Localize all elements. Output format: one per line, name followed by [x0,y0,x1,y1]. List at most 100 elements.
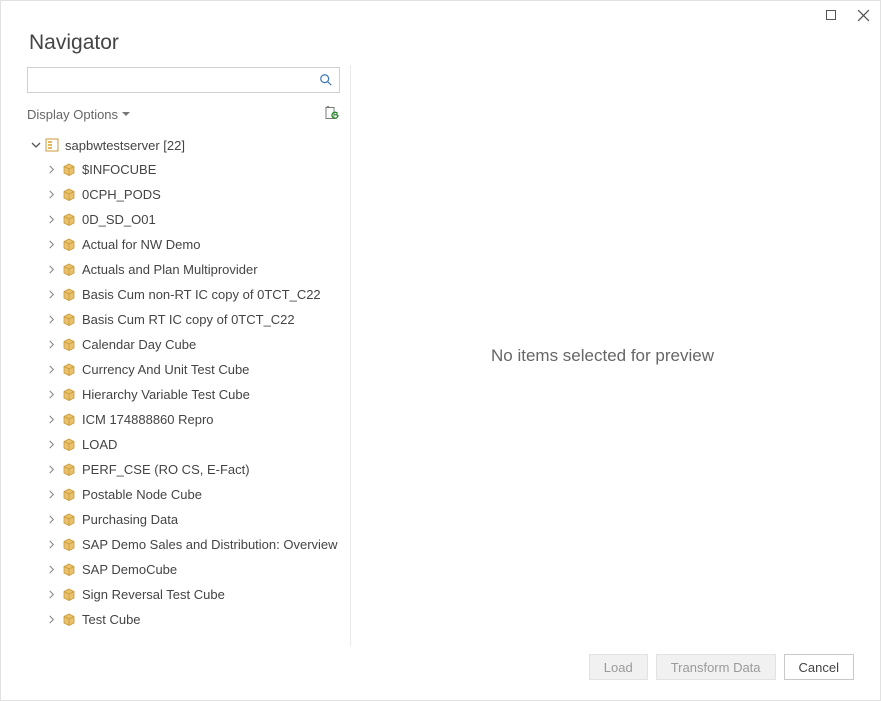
tree-item[interactable]: Test Cube [27,607,340,632]
display-options-dropdown[interactable]: Display Options [27,107,130,122]
tree-item[interactable]: Basis Cum non-RT IC copy of 0TCT_C22 [27,282,340,307]
tree-item[interactable]: 0CPH_PODS [27,182,340,207]
chevron-right-icon [47,540,56,549]
tree-item[interactable]: Currency And Unit Test Cube [27,357,340,382]
chevron-right-icon [47,565,56,574]
titlebar [1,1,880,29]
chevron-right-icon [47,265,56,274]
chevron-right-icon [47,240,56,249]
dialog-footer: Load Transform Data Cancel [1,646,880,700]
cube-icon [62,463,76,477]
cube-icon [62,188,76,202]
display-options-label: Display Options [27,107,118,122]
cube-icon [62,263,76,277]
tree-item-label: Basis Cum non-RT IC copy of 0TCT_C22 [82,287,321,302]
search-input[interactable] [34,68,319,92]
tree-item-label: 0D_SD_O01 [82,212,156,227]
tree-item-label: Sign Reversal Test Cube [82,587,225,602]
tree-item-label: 0CPH_PODS [82,187,161,202]
close-icon [857,9,870,22]
tree-item[interactable]: 0D_SD_O01 [27,207,340,232]
tree-item[interactable]: ICM 174888860 Repro [27,407,340,432]
tree-item[interactable]: Sign Reversal Test Cube [27,582,340,607]
server-icon [45,137,61,153]
refresh-icon[interactable] [324,106,340,122]
chevron-right-icon [47,440,56,449]
cube-icon [62,613,76,627]
cube-icon [62,213,76,227]
tree-item[interactable]: Calendar Day Cube [27,332,340,357]
dialog-title: Navigator [1,29,880,65]
chevron-right-icon [47,165,56,174]
chevron-right-icon [47,590,56,599]
cube-icon [62,438,76,452]
tree-item[interactable]: PERF_CSE (RO CS, E-Fact) [27,457,340,482]
tree-item-label: Hierarchy Variable Test Cube [82,387,250,402]
tree-item[interactable]: Hierarchy Variable Test Cube [27,382,340,407]
chevron-right-icon [47,465,56,474]
chevron-right-icon [47,215,56,224]
maximize-button[interactable] [822,6,840,24]
tree-item-label: ICM 174888860 Repro [82,412,214,427]
tree-item-label: $INFOCUBE [82,162,156,177]
cube-icon [62,388,76,402]
tree-root-label: sapbwtestserver [22] [65,138,185,153]
chevron-right-icon [47,340,56,349]
tree-item[interactable]: Actual for NW Demo [27,232,340,257]
tree-scroll[interactable]: sapbwtestserver [22] $INFOCUBE 0CPH_PODS… [27,133,340,646]
chevron-down-icon [31,140,41,150]
chevron-right-icon [47,190,56,199]
tree-item-label: PERF_CSE (RO CS, E-Fact) [82,462,250,477]
chevron-right-icon [47,315,56,324]
chevron-right-icon [47,415,56,424]
navigator-dialog: Navigator Display Options [0,0,881,701]
cancel-button[interactable]: Cancel [784,654,854,680]
chevron-right-icon [47,515,56,524]
load-button[interactable]: Load [589,654,648,680]
cube-icon [62,588,76,602]
chevron-down-icon [122,112,130,116]
cube-icon [62,163,76,177]
tree-item[interactable]: Actuals and Plan Multiprovider [27,257,340,282]
maximize-icon [825,9,837,21]
cube-icon [62,363,76,377]
tree-item[interactable]: $INFOCUBE [27,157,340,182]
tree-item[interactable]: Basis Cum RT IC copy of 0TCT_C22 [27,307,340,332]
cube-icon [62,513,76,527]
tree-item-label: Actuals and Plan Multiprovider [82,262,258,277]
tree-item-label: SAP DemoCube [82,562,177,577]
tree-item[interactable]: SAP DemoCube [27,557,340,582]
tree-item[interactable]: SAP Demo Sales and Distribution: Overvie… [27,532,340,557]
cube-icon [62,413,76,427]
cube-icon [62,538,76,552]
search-box[interactable] [27,67,340,93]
transform-data-button[interactable]: Transform Data [656,654,776,680]
tree-item-label: Postable Node Cube [82,487,202,502]
chevron-right-icon [47,365,56,374]
tree-item-label: Actual for NW Demo [82,237,200,252]
tree-item-label: Calendar Day Cube [82,337,196,352]
tree-item-label: Purchasing Data [82,512,178,527]
tree-item-label: SAP Demo Sales and Distribution: Overvie… [82,537,338,552]
search-icon [319,73,333,87]
options-row: Display Options [27,103,340,125]
chevron-right-icon [47,290,56,299]
chevron-right-icon [47,615,56,624]
tree-item[interactable]: LOAD [27,432,340,457]
tree-item[interactable]: Postable Node Cube [27,482,340,507]
chevron-right-icon [47,490,56,499]
tree-item-label: Basis Cum RT IC copy of 0TCT_C22 [82,312,295,327]
preview-empty-message: No items selected for preview [491,346,714,366]
cube-icon [62,338,76,352]
tree-item[interactable]: Purchasing Data [27,507,340,532]
chevron-right-icon [47,390,56,399]
cube-icon [62,238,76,252]
left-pane: Display Options [27,65,351,646]
preview-pane: No items selected for preview [351,65,854,646]
cube-icon [62,288,76,302]
tree-root-node[interactable]: sapbwtestserver [22] [27,133,340,157]
close-button[interactable] [854,6,872,24]
tree-item-label: LOAD [82,437,117,452]
cube-icon [62,488,76,502]
tree-wrapper: sapbwtestserver [22] $INFOCUBE 0CPH_PODS… [27,133,340,646]
